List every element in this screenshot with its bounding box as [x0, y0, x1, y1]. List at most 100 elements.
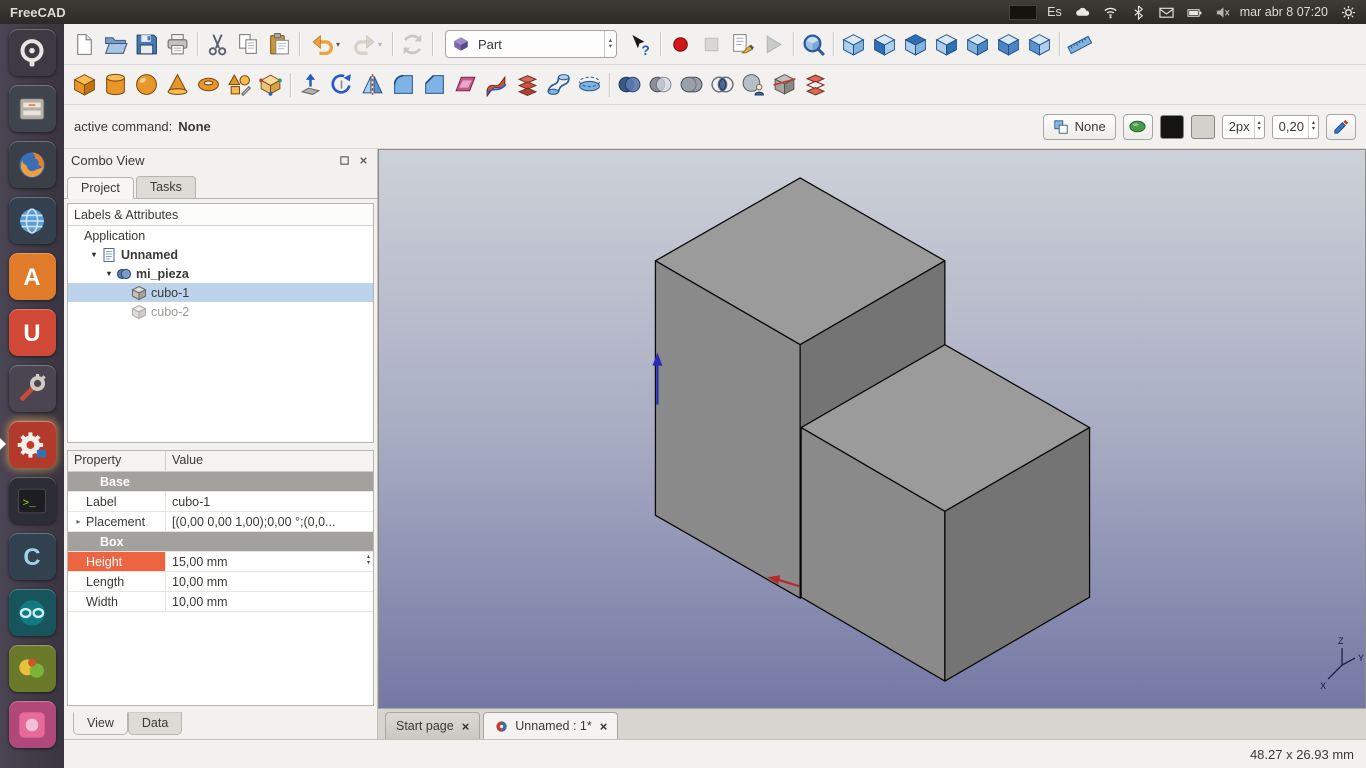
new-document-button[interactable]: ▾	[69, 29, 100, 60]
property-row-label[interactable]: Label cubo-1 ▴▾	[68, 492, 373, 512]
cloud-sync-icon[interactable]	[1072, 5, 1090, 20]
expand-arrow-icon[interactable]: ▸	[73, 517, 84, 526]
combo-spinner-arrows[interactable]: ▴▾	[604, 31, 616, 57]
cylinder-button[interactable]: ▾	[100, 69, 131, 100]
save-button[interactable]: ▾	[131, 29, 162, 60]
mirror-button[interactable]: ▾	[357, 69, 388, 100]
expand-arrow-icon[interactable]: ▾	[89, 250, 99, 259]
tree-item-cubo-1[interactable]: cubo-1	[68, 283, 373, 302]
launcher-ubuntu-software[interactable]: U	[9, 309, 56, 356]
make-face-button[interactable]: ▾	[450, 69, 481, 100]
window-preview-icon[interactable]	[1006, 5, 1037, 20]
tab-tasks[interactable]: Tasks	[136, 176, 196, 198]
tree-item-unnamed[interactable]: ▾ Unnamed	[68, 245, 373, 264]
undo-button[interactable]: ▾	[304, 29, 346, 60]
view-rear-button[interactable]: ▾	[962, 29, 993, 60]
launcher-system-tools[interactable]	[9, 365, 56, 412]
3d-viewport[interactable]: Z Y X	[378, 149, 1366, 708]
property-group-box[interactable]: Box ▴▾	[68, 532, 373, 552]
property-row-width[interactable]: Width 10,00 mm ▴▾	[68, 592, 373, 612]
wifi-icon[interactable]	[1100, 5, 1118, 20]
cone-button[interactable]: ▾	[162, 69, 193, 100]
create-primitives-button[interactable]: ▾	[224, 69, 255, 100]
session-menu-icon[interactable]	[1338, 5, 1356, 20]
line-color-swatch[interactable]	[1160, 115, 1184, 139]
cut-button[interactable]: ▾	[202, 29, 233, 60]
print-button[interactable]: ▾	[162, 29, 193, 60]
property-group-base[interactable]: Base ▴▾	[68, 472, 373, 492]
tree-item-application[interactable]: Application	[68, 226, 373, 245]
launcher-extra[interactable]	[9, 701, 56, 748]
extrude-button[interactable]: ▾	[295, 69, 326, 100]
view-bottom-button[interactable]: ▾	[993, 29, 1024, 60]
line-width-spinner[interactable]: 2px ▴▾	[1222, 115, 1265, 139]
property-row-placement[interactable]: ▸ Placement [(0,00 0,00 1,00);0,00 °;(0,…	[68, 512, 373, 532]
launcher-arduino[interactable]	[9, 589, 56, 636]
shape-builder-button[interactable]: ▾	[255, 69, 286, 100]
box-button[interactable]: ▾	[69, 69, 100, 100]
loft-button[interactable]: ▾	[512, 69, 543, 100]
macro-record-button[interactable]: ▾	[665, 29, 696, 60]
fit-all-button[interactable]: ▾	[798, 29, 829, 60]
macro-execute-button[interactable]: ▾	[758, 29, 789, 60]
launcher-terminal[interactable]: >_	[9, 477, 56, 524]
dock-close-button[interactable]	[356, 154, 370, 168]
open-button[interactable]: ▾	[100, 29, 131, 60]
refresh-button[interactable]: ▾	[397, 29, 428, 60]
volume-muted-icon[interactable]	[1212, 5, 1230, 20]
tree-item-cubo-2[interactable]: cubo-2	[68, 302, 373, 321]
launcher-c-ide[interactable]: C	[9, 533, 56, 580]
section-button[interactable]: ▾	[769, 69, 800, 100]
launcher-web-browser[interactable]	[9, 197, 56, 244]
launcher-files[interactable]	[9, 85, 56, 132]
launcher-dash-home[interactable]	[9, 29, 56, 76]
close-tab-icon[interactable]: ×	[462, 719, 470, 734]
intersection-button[interactable]: ▾	[707, 69, 738, 100]
doc-tab-unnamed[interactable]: Unnamed : 1* ×	[483, 712, 618, 739]
view-right-button[interactable]: ▾	[931, 29, 962, 60]
chamfer-button[interactable]: ▾	[419, 69, 450, 100]
value-spinner[interactable]: ▴▾	[367, 555, 370, 566]
keyboard-layout-indicator[interactable]: Es	[1047, 5, 1062, 19]
apply-style-button[interactable]	[1326, 114, 1356, 140]
tab-view[interactable]: View	[73, 712, 128, 735]
launcher-firefox[interactable]	[9, 141, 56, 188]
tab-data[interactable]: Data	[128, 712, 182, 735]
property-row-height[interactable]: Height 15,00 mm ▴▾	[68, 552, 373, 572]
property-row-length[interactable]: Length 10,00 mm ▴▾	[68, 572, 373, 592]
boolean-button[interactable]: ▾	[614, 69, 645, 100]
text-size-spinner[interactable]: 0,20 ▴▾	[1272, 115, 1319, 139]
launcher-game[interactable]	[9, 645, 56, 692]
battery-icon[interactable]	[1184, 5, 1202, 20]
close-tab-icon[interactable]: ×	[600, 719, 608, 734]
bluetooth-icon[interactable]	[1128, 5, 1146, 20]
dropdown-arrow-icon[interactable]: ▾	[336, 40, 340, 49]
paste-button[interactable]: ▾	[264, 29, 295, 60]
ruled-surface-button[interactable]: ▾	[481, 69, 512, 100]
sweep-button[interactable]: ▾	[543, 69, 574, 100]
macro-edit-button[interactable]: ▾	[727, 29, 758, 60]
union-button[interactable]: ▾	[676, 69, 707, 100]
construction-mode-button[interactable]	[1123, 114, 1153, 140]
launcher-freecad[interactable]	[9, 421, 56, 468]
clock-indicator[interactable]: mar abr 8 07:20	[1240, 5, 1328, 19]
whats-this-button[interactable]: ?▾	[625, 29, 656, 60]
dock-float-button[interactable]	[337, 154, 351, 168]
autogroup-button[interactable]: None	[1043, 114, 1116, 140]
check-geometry-button[interactable]: ▾	[738, 69, 769, 100]
offset-button[interactable]: ▾	[574, 69, 605, 100]
spinner-arrows-icon[interactable]: ▴▾	[1308, 116, 1318, 138]
panel-splitter[interactable]	[64, 443, 377, 450]
tree-item-mi-pieza[interactable]: ▾ mi_pieza	[68, 264, 373, 283]
redo-button[interactable]: ▾	[346, 29, 388, 60]
expand-arrow-icon[interactable]: ▾	[104, 269, 114, 278]
doc-tab-start-page[interactable]: Start page ×	[385, 712, 480, 739]
workbench-selector[interactable]: Part ▴▾	[445, 30, 617, 58]
view-front-button[interactable]: ▾	[869, 29, 900, 60]
spinner-arrows-icon[interactable]: ▴▾	[1254, 116, 1264, 138]
tab-project[interactable]: Project	[67, 177, 134, 199]
launcher-app-a[interactable]: A	[9, 253, 56, 300]
fillet-button[interactable]: ▾	[388, 69, 419, 100]
face-color-swatch[interactable]	[1191, 115, 1215, 139]
copy-button[interactable]: ▾	[233, 29, 264, 60]
